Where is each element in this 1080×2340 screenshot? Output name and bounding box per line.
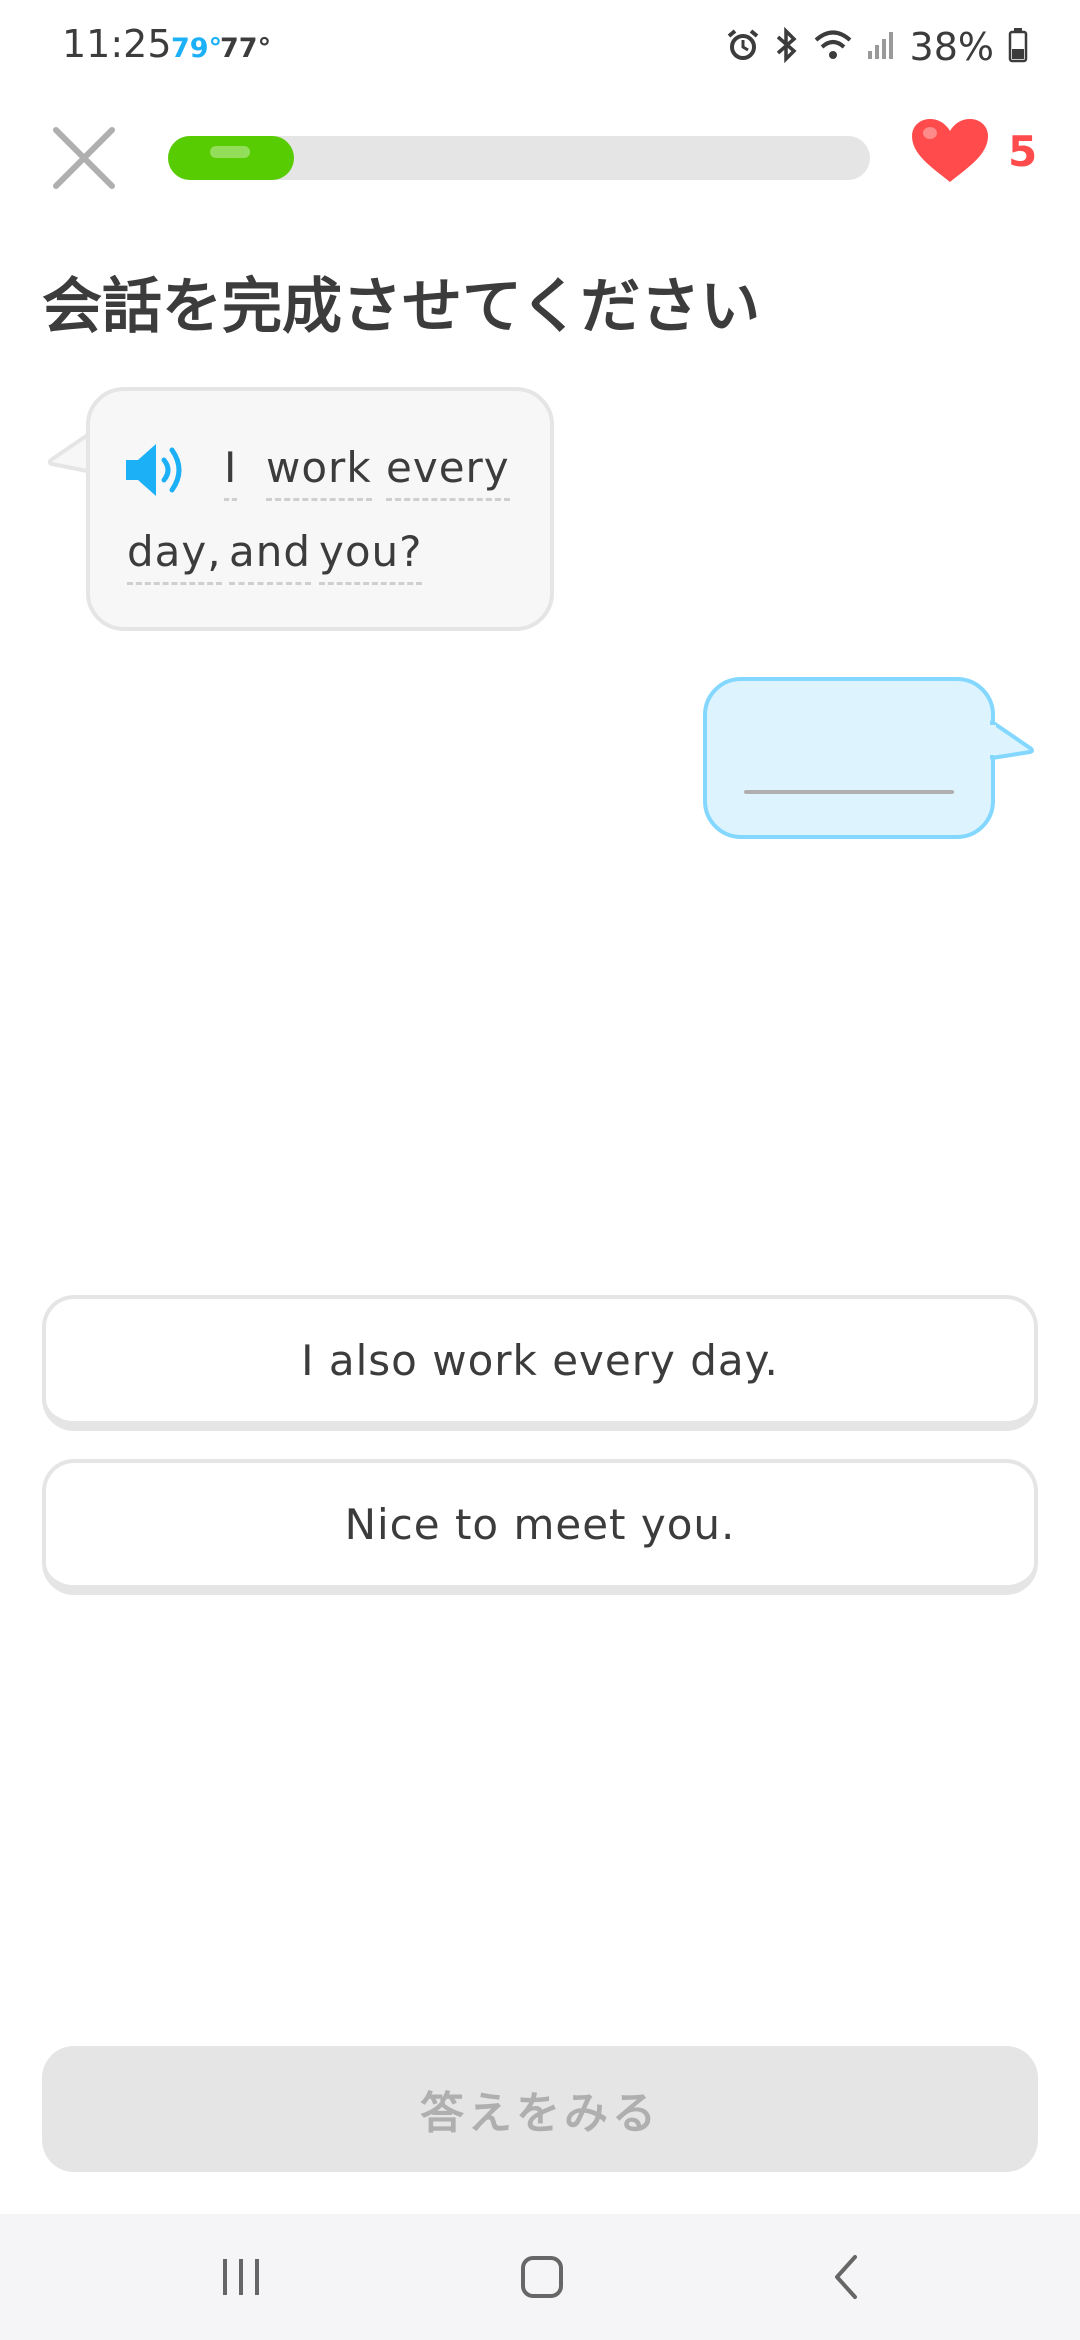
back-button[interactable] bbox=[786, 2214, 906, 2340]
speaker-icon bbox=[126, 444, 182, 496]
progress-fill bbox=[168, 136, 295, 180]
choice-label: I also work every day. bbox=[301, 1335, 779, 1385]
wifi-icon bbox=[814, 29, 852, 65]
page-title: 会話を完成させてください bbox=[42, 272, 761, 342]
home-button[interactable] bbox=[482, 2214, 602, 2340]
recents-button[interactable] bbox=[181, 2214, 301, 2340]
hearts-count: 5 bbox=[1008, 126, 1038, 176]
answer-blank-line bbox=[744, 790, 954, 794]
choice-option-1[interactable]: I also work every day. bbox=[42, 1295, 1038, 1431]
alarm-icon bbox=[726, 28, 760, 66]
back-icon bbox=[835, 2255, 857, 2299]
check-answer-label: 答えをみる bbox=[420, 2088, 660, 2139]
answer-bubble bbox=[703, 677, 995, 839]
battery-icon bbox=[1008, 27, 1028, 67]
answer-bubble-tail bbox=[990, 720, 1034, 760]
prompt-word[interactable]: I bbox=[224, 444, 238, 501]
prompt-word[interactable]: work bbox=[266, 444, 372, 501]
home-icon bbox=[521, 2256, 563, 2298]
system-nav-bar bbox=[0, 2214, 1080, 2340]
lesson-progress-bar bbox=[168, 136, 870, 180]
close-icon bbox=[53, 127, 115, 189]
battery-percent: 38% bbox=[909, 25, 994, 69]
prompt-word[interactable]: you? bbox=[319, 528, 423, 585]
hearts-indicator[interactable]: 5 bbox=[910, 118, 1037, 184]
signal-icon bbox=[866, 29, 896, 65]
recents-icon bbox=[223, 2259, 259, 2295]
bluetooth-icon bbox=[774, 26, 800, 67]
heart-icon bbox=[912, 119, 988, 182]
choice-label: Nice to meet you. bbox=[344, 1499, 736, 1549]
status-time: 11:25 bbox=[62, 22, 172, 66]
status-temperature-other: 77° bbox=[220, 33, 272, 64]
close-button[interactable] bbox=[44, 118, 124, 198]
check-answer-button[interactable]: 答えをみる bbox=[42, 2046, 1038, 2172]
prompt-word[interactable]: day, bbox=[127, 528, 222, 585]
status-icons: 38% bbox=[726, 22, 1028, 72]
prompt-bubble bbox=[86, 387, 554, 631]
status-temperature-current: 79° bbox=[171, 33, 223, 64]
choice-option-2[interactable]: Nice to meet you. bbox=[42, 1459, 1038, 1595]
prompt-word[interactable]: every bbox=[386, 444, 510, 501]
prompt-word[interactable]: and bbox=[229, 528, 312, 585]
speaker-button[interactable] bbox=[124, 440, 190, 500]
